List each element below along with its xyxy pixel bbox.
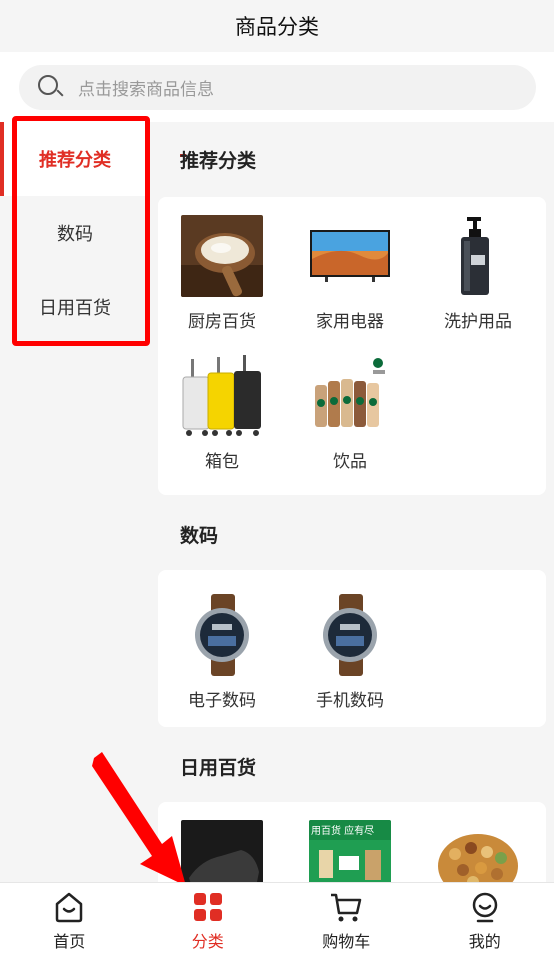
smartwatch-image bbox=[181, 594, 263, 676]
category-sidebar: 推荐分类 数码 日用百货 bbox=[0, 122, 150, 882]
category-item-label: 厨房百货 bbox=[188, 312, 256, 332]
section-title-recommended: 推荐分类 bbox=[180, 150, 257, 172]
search-bar: 点击搜索商品信息 bbox=[0, 52, 554, 122]
category-card-digital: 电子数码 手机数码 bbox=[158, 570, 546, 727]
category-page: 商品分类 点击搜索商品信息 推荐分类 数码 日用百货 推荐分类 厨房百货 家用电… bbox=[0, 0, 554, 953]
active-indicator bbox=[0, 122, 4, 196]
category-content: 推荐分类 厨房百货 家用电器 洗护用品 箱包 饮品 数码 电子数码 手机数码 日… bbox=[158, 122, 554, 922]
smartwatch-image bbox=[309, 594, 391, 676]
profile-icon bbox=[472, 892, 497, 923]
tab-category[interactable]: 分类 bbox=[139, 883, 278, 953]
page-title: 商品分类 bbox=[235, 15, 319, 39]
category-item-drinks[interactable]: 饮品 bbox=[286, 355, 414, 472]
store-banner-text: 用百货 应有尽 bbox=[311, 824, 374, 837]
category-item-label: 饮品 bbox=[333, 452, 367, 472]
cart-icon bbox=[331, 893, 362, 922]
section-title-digital: 数码 bbox=[180, 525, 219, 547]
sidebar-item-recommended[interactable]: 推荐分类 bbox=[0, 122, 150, 196]
category-item-label: 洗护用品 bbox=[444, 312, 512, 332]
category-icon bbox=[193, 893, 222, 921]
tab-label: 我的 bbox=[468, 932, 501, 951]
sidebar-item-label: 数码 bbox=[57, 224, 93, 245]
bottom-tab-bar: 首页 分类 购物车 我的 bbox=[0, 882, 554, 953]
sidebar-item-label: 日用百货 bbox=[39, 298, 111, 319]
category-item-kitchen[interactable]: 厨房百货 bbox=[158, 215, 286, 332]
television-image bbox=[309, 215, 391, 297]
category-item-luggage[interactable]: 箱包 bbox=[158, 355, 286, 472]
category-item-label: 电子数码 bbox=[188, 691, 256, 711]
tab-cart[interactable]: 购物车 bbox=[277, 883, 416, 953]
suitcases-image bbox=[181, 355, 263, 437]
rice-bowl-image bbox=[181, 215, 263, 297]
home-icon bbox=[56, 892, 83, 923]
search-icon bbox=[38, 74, 64, 101]
category-item-label: 家用电器 bbox=[316, 312, 384, 332]
category-item-electronics[interactable]: 电子数码 bbox=[158, 594, 286, 711]
category-item-label: 箱包 bbox=[205, 452, 239, 472]
category-item-appliances[interactable]: 家用电器 bbox=[286, 215, 414, 332]
search-placeholder: 点击搜索商品信息 bbox=[78, 80, 214, 100]
category-item-toiletries[interactable]: 洗护用品 bbox=[414, 215, 542, 332]
tab-label: 首页 bbox=[53, 932, 86, 951]
header: 商品分类 bbox=[0, 0, 554, 52]
sidebar-item-daily-goods[interactable]: 日用百货 bbox=[0, 270, 150, 344]
category-item-label: 手机数码 bbox=[316, 691, 384, 711]
section-title-daily-goods: 日用百货 bbox=[180, 757, 257, 779]
pump-bottle-image bbox=[437, 215, 519, 297]
coffee-bottles-image bbox=[309, 355, 391, 437]
tab-profile[interactable]: 我的 bbox=[416, 883, 554, 953]
tab-label: 分类 bbox=[191, 932, 224, 951]
sidebar-item-digital[interactable]: 数码 bbox=[0, 196, 150, 270]
category-item-phone-digital[interactable]: 手机数码 bbox=[286, 594, 414, 711]
category-card-recommended: 厨房百货 家用电器 洗护用品 箱包 饮品 bbox=[158, 197, 546, 495]
tab-home[interactable]: 首页 bbox=[0, 883, 139, 953]
search-input[interactable]: 点击搜索商品信息 bbox=[19, 65, 536, 110]
tab-label: 购物车 bbox=[322, 932, 371, 951]
sidebar-item-label: 推荐分类 bbox=[39, 150, 111, 171]
